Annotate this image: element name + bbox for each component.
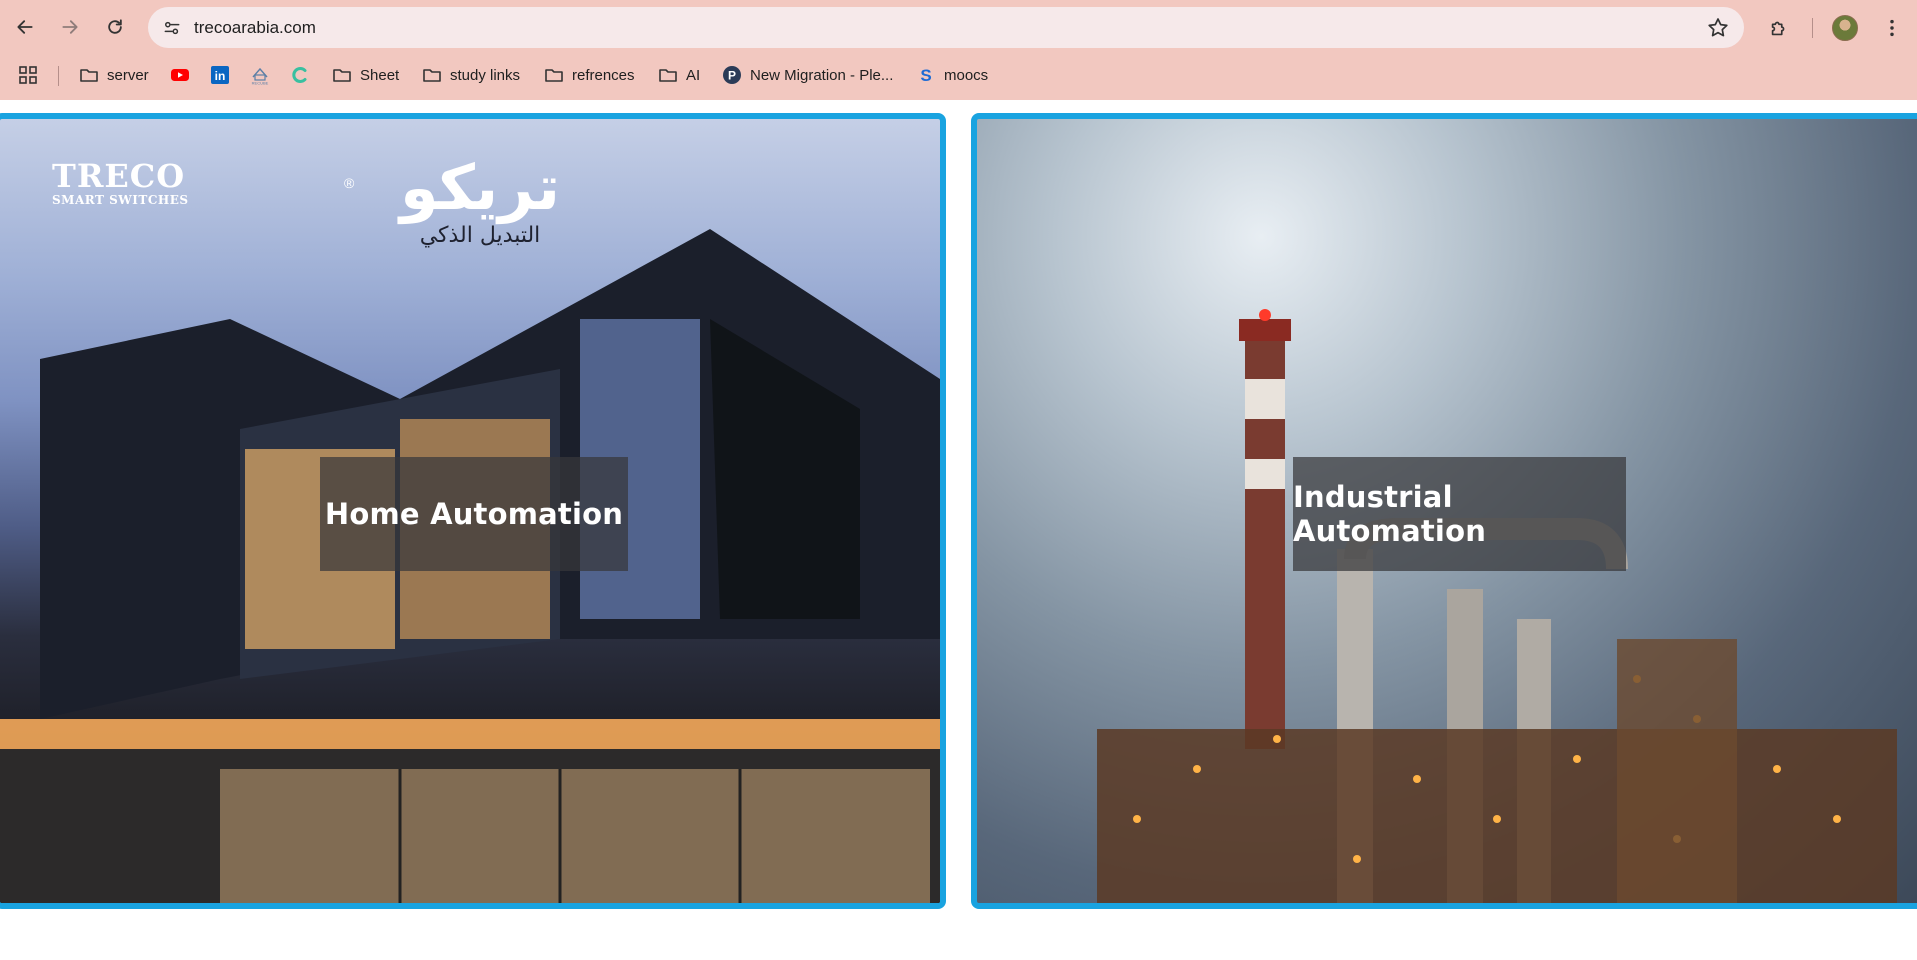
forward-arrow-icon <box>62 20 78 34</box>
bookmark-label: New Migration - Ple... <box>750 66 894 84</box>
ground-glass <box>220 769 930 903</box>
browser-chrome: trecoarabia.com server in RECUBE Sheet s… <box>0 0 1917 100</box>
reload-icon <box>108 19 122 34</box>
bookmark-new-migration[interactable]: P New Migration - Ple... <box>722 58 893 92</box>
pleaseticket-icon: P <box>723 66 741 84</box>
svg-text:in: in <box>215 69 226 83</box>
industrial-automation-card[interactable]: Industrial Automation <box>971 113 1917 909</box>
bookmark-label: refrences <box>572 66 635 84</box>
treco-name: TRECO <box>52 157 186 195</box>
bookmark-star-icon[interactable] <box>1706 16 1730 40</box>
toolbar-divider <box>1812 18 1813 38</box>
bookmark-moocs[interactable]: S moocs <box>916 58 988 92</box>
bookmark-label: server <box>107 66 149 84</box>
reload-button[interactable] <box>98 10 132 44</box>
kebab-menu-icon <box>1890 19 1894 37</box>
bookmark-sheet[interactable]: Sheet <box>332 58 399 92</box>
svg-text:S: S <box>920 66 931 85</box>
overhang-light <box>0 719 940 749</box>
c-icon <box>292 67 307 83</box>
apps-button[interactable] <box>18 58 38 92</box>
arabic-brand-name: تريكو <box>399 151 561 224</box>
tower-right <box>1617 639 1737 903</box>
bookmark-server[interactable]: server <box>79 58 149 92</box>
bookmark-label: Sheet <box>360 66 400 84</box>
treco-logo: TRECO SMART SWITCHES <box>52 159 189 207</box>
bookmarks-divider <box>58 66 59 86</box>
bookmark-ai[interactable]: AI <box>658 58 700 92</box>
site-info-button[interactable] <box>158 14 186 42</box>
bookmark-recube[interactable]: RECUBE <box>250 58 270 92</box>
menu-button[interactable] <box>1876 12 1908 44</box>
treco-tagline: SMART SWITCHES <box>52 193 189 207</box>
profile-avatar[interactable] <box>1832 15 1858 41</box>
home-automation-caption[interactable]: Home Automation <box>320 457 628 571</box>
folder-icon <box>80 69 98 82</box>
folder-icon <box>423 69 441 82</box>
apps-grid-icon <box>19 66 37 84</box>
url-text[interactable]: trecoarabia.com <box>194 18 316 38</box>
bookmark-study-links[interactable]: study links <box>422 58 520 92</box>
folder-icon <box>545 69 563 82</box>
bookmark-label: AI <box>686 66 701 84</box>
svg-text:P: P <box>728 69 736 83</box>
extensions-button[interactable] <box>1763 12 1795 44</box>
forward-button[interactable] <box>53 10 87 44</box>
arabic-logo: تريكو التبديل الذكي <box>350 151 610 249</box>
industrial-automation-caption[interactable]: Industrial Automation <box>1293 457 1626 571</box>
bookmark-youtube[interactable] <box>170 58 190 92</box>
back-button[interactable] <box>8 10 42 44</box>
youtube-icon <box>171 69 189 81</box>
folder-icon <box>333 69 351 82</box>
tune-icon <box>164 21 180 35</box>
puzzle-icon <box>1771 21 1785 36</box>
bookmark-label: moocs <box>944 66 989 84</box>
bookmark-c[interactable] <box>290 58 310 92</box>
arabic-tagline: التبديل الذكي <box>419 223 541 248</box>
recube-icon: RECUBE <box>252 67 269 86</box>
back-arrow-icon <box>17 20 33 34</box>
folder-icon <box>659 69 677 82</box>
s-icon: S <box>920 66 931 85</box>
svg-text:RECUBE: RECUBE <box>252 81 269 86</box>
linkedin-icon: in <box>211 66 229 84</box>
bookmarks-bar: server in RECUBE Sheet study links refre… <box>0 58 1917 92</box>
bookmark-refrences[interactable]: refrences <box>544 58 635 92</box>
bookmark-linkedin[interactable]: in <box>210 58 230 92</box>
bookmark-label: study links <box>450 66 521 84</box>
home-automation-card[interactable]: TRECO SMART SWITCHES ® تريكو التبديل الذ… <box>0 113 946 909</box>
address-bar[interactable]: trecoarabia.com <box>148 7 1744 48</box>
